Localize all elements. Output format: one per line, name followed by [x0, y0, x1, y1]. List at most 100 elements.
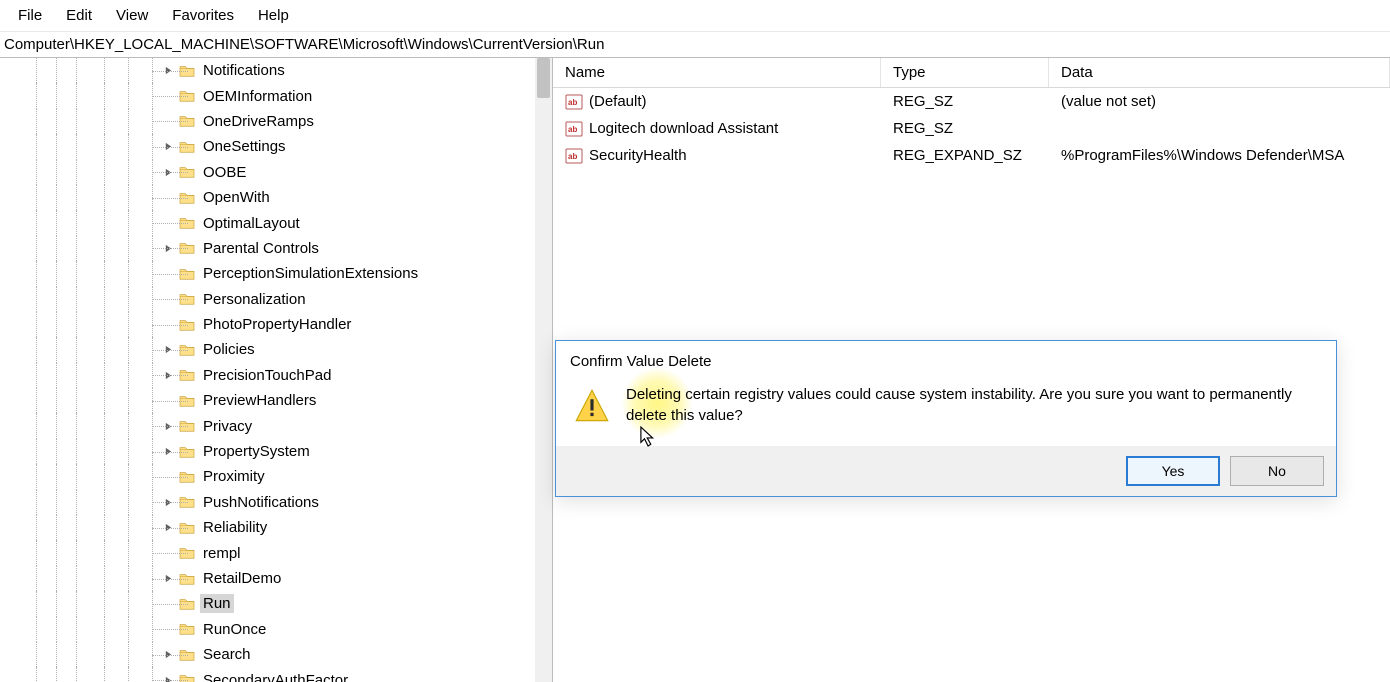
tree-guides	[0, 591, 160, 616]
tree-item-label: OEMInformation	[200, 87, 315, 106]
tree-item-label: PrecisionTouchPad	[200, 366, 334, 385]
menu-help[interactable]: Help	[246, 4, 301, 27]
tree-item[interactable]: Search	[0, 642, 552, 667]
tree-item[interactable]: Personalization	[0, 287, 552, 312]
tree-guides	[0, 134, 160, 159]
confirm-delete-dialog: Confirm Value Delete Deleting certain re…	[555, 340, 1337, 497]
tree-guides	[0, 413, 160, 438]
tree-guides	[0, 58, 160, 83]
tree-guides	[0, 464, 160, 489]
tree-item[interactable]: RetailDemo	[0, 566, 552, 591]
address-bar[interactable]: Computer\HKEY_LOCAL_MACHINE\SOFTWARE\Mic…	[0, 32, 1390, 58]
menu-favorites[interactable]: Favorites	[160, 4, 246, 27]
tree-item-label: Proximity	[200, 467, 268, 486]
tree-item-label: PerceptionSimulationExtensions	[200, 264, 421, 283]
tree-item[interactable]: RunOnce	[0, 617, 552, 642]
dialog-title: Confirm Value Delete	[556, 341, 1336, 376]
tree-guides	[0, 83, 160, 108]
tree-item-label: Parental Controls	[200, 239, 322, 258]
tree-item-label: Search	[200, 645, 254, 664]
tree-item[interactable]: Privacy	[0, 413, 552, 438]
tree-guides	[0, 540, 160, 565]
column-name[interactable]: Name	[553, 58, 881, 87]
tree-guides	[0, 667, 160, 682]
value-name: (Default)	[589, 93, 647, 110]
tree-guides	[0, 439, 160, 464]
value-name-cell: (Default)	[553, 93, 881, 111]
values-list[interactable]: (Default) REG_SZ(value not set) Logitech d…	[553, 88, 1390, 169]
tree-scrollbar-thumb[interactable]	[537, 58, 550, 98]
tree-item-label: OpenWith	[200, 188, 273, 207]
tree-guides	[0, 185, 160, 210]
tree-item[interactable]: Policies	[0, 337, 552, 362]
tree-item[interactable]: OneDriveRamps	[0, 109, 552, 134]
tree-guides	[0, 363, 160, 388]
tree-item-label: OOBE	[200, 163, 249, 182]
tree-item[interactable]: PreviewHandlers	[0, 388, 552, 413]
tree-guides	[0, 642, 160, 667]
value-name-cell: Logitech download Assistant	[553, 120, 881, 138]
tree-item[interactable]: OneSettings	[0, 134, 552, 159]
tree-item[interactable]: PushNotifications	[0, 490, 552, 515]
column-type[interactable]: Type	[881, 58, 1049, 87]
tree-item-label: PropertySystem	[200, 442, 313, 461]
tree-guides	[0, 566, 160, 591]
menu-edit[interactable]: Edit	[54, 4, 104, 27]
value-name: Logitech download Assistant	[589, 120, 778, 137]
tree-item[interactable]: OpenWith	[0, 185, 552, 210]
tree-item[interactable]: PhotoPropertyHandler	[0, 312, 552, 337]
tree-item[interactable]: OOBE	[0, 160, 552, 185]
tree-item-label: OptimalLayout	[200, 214, 303, 233]
tree-guides	[0, 617, 160, 642]
reg-string-icon	[565, 120, 583, 138]
tree-item-label: PhotoPropertyHandler	[200, 315, 354, 334]
value-row[interactable]: (Default) REG_SZ(value not set)	[553, 88, 1390, 115]
tree-item[interactable]: Proximity	[0, 464, 552, 489]
tree-item-label: rempl	[200, 544, 244, 563]
value-type-cell: REG_SZ	[881, 120, 1049, 137]
tree-item[interactable]: Parental Controls	[0, 236, 552, 261]
tree-item-label: PreviewHandlers	[200, 391, 319, 410]
tree-scrollbar[interactable]	[535, 58, 552, 682]
tree-item[interactable]: Reliability	[0, 515, 552, 540]
tree-guides	[0, 337, 160, 362]
tree-item[interactable]: rempl	[0, 540, 552, 565]
tree-item[interactable]: Run	[0, 591, 552, 616]
tree-guides	[0, 261, 160, 286]
value-data-cell: (value not set)	[1049, 93, 1390, 110]
column-data[interactable]: Data	[1049, 58, 1390, 87]
value-type-cell: REG_EXPAND_SZ	[881, 147, 1049, 164]
tree-item-label: PushNotifications	[200, 493, 322, 512]
value-row[interactable]: Logitech download Assistant REG_SZ	[553, 115, 1390, 142]
menubar: File Edit View Favorites Help	[0, 0, 1390, 32]
tree-item[interactable]: PropertySystem	[0, 439, 552, 464]
menu-file[interactable]: File	[6, 4, 54, 27]
tree-item[interactable]: OEMInformation	[0, 83, 552, 108]
tree-guides	[0, 515, 160, 540]
tree-item[interactable]: Notifications	[0, 58, 552, 83]
reg-string-icon	[565, 93, 583, 111]
value-row[interactable]: SecurityHealthREG_EXPAND_SZ%ProgramFiles…	[553, 142, 1390, 169]
menu-view[interactable]: View	[104, 4, 160, 27]
tree-item[interactable]: PerceptionSimulationExtensions	[0, 261, 552, 286]
tree-item-label: Privacy	[200, 417, 255, 436]
no-button[interactable]: No	[1230, 456, 1324, 486]
tree-item[interactable]: SecondaryAuthFactor	[0, 667, 552, 682]
tree-guides	[0, 210, 160, 235]
tree-guides	[0, 312, 160, 337]
tree-item[interactable]: PrecisionTouchPad	[0, 363, 552, 388]
registry-tree[interactable]: Notifications OEMInformation OneDriveRamps…	[0, 58, 552, 682]
tree-guides	[0, 287, 160, 312]
value-type-cell: REG_SZ	[881, 93, 1049, 110]
value-data-cell: %ProgramFiles%\Windows Defender\MSA	[1049, 147, 1390, 164]
reg-string-icon	[565, 147, 583, 165]
warning-icon	[574, 388, 610, 424]
tree-guides	[0, 160, 160, 185]
tree-item-label: Run	[200, 594, 234, 613]
yes-button[interactable]: Yes	[1126, 456, 1220, 486]
tree-guides	[0, 490, 160, 515]
tree-item-label: RunOnce	[200, 620, 269, 639]
tree-panel: Notifications OEMInformation OneDriveRamps…	[0, 58, 553, 682]
tree-item[interactable]: OptimalLayout	[0, 210, 552, 235]
tree-item-label: Policies	[200, 340, 258, 359]
